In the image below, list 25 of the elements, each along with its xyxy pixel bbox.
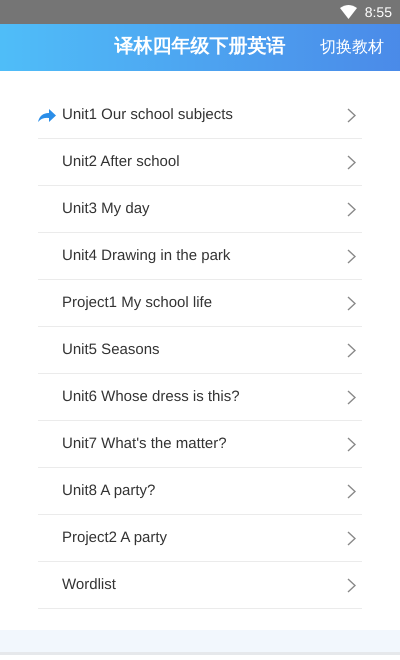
- unit-item[interactable]: Unit5 Seasons: [38, 327, 362, 374]
- unit-item[interactable]: Unit7 What's the matter?: [38, 421, 362, 468]
- unit-item[interactable]: Unit1 Our school subjects: [38, 92, 362, 139]
- page-title: 译林四年级下册英语: [114, 35, 286, 60]
- chevron-right-icon: [347, 484, 356, 498]
- chevron-right-icon: [347, 390, 356, 404]
- wifi-icon: [340, 5, 357, 19]
- unit-item[interactable]: Project2 A party: [38, 515, 362, 562]
- unit-item[interactable]: Unit4 Drawing in the park: [38, 233, 362, 280]
- clock: 8:55: [364, 2, 392, 22]
- chevron-right-icon: [347, 248, 356, 264]
- chevron-right-icon: [347, 436, 356, 452]
- unit-item[interactable]: Unit3 My day: [38, 186, 362, 233]
- chevron-right-icon: [347, 342, 356, 358]
- unit-item[interactable]: Unit8 A party?: [38, 468, 362, 515]
- unit-item[interactable]: Unit2 After school: [38, 139, 362, 186]
- unit-item[interactable]: Project1 My school life: [38, 280, 362, 327]
- chevron-right-icon: [347, 530, 356, 546]
- chevron-right-icon: [347, 578, 356, 592]
- chevron-right-icon: [347, 154, 356, 170]
- unit-item[interactable]: Wordlist: [38, 562, 362, 609]
- chevron-right-icon: [347, 108, 356, 122]
- unit-item[interactable]: Unit6 Whose dress is this?: [38, 374, 362, 421]
- chevron-right-icon: [347, 296, 356, 310]
- chevron-right-icon: [347, 202, 356, 216]
